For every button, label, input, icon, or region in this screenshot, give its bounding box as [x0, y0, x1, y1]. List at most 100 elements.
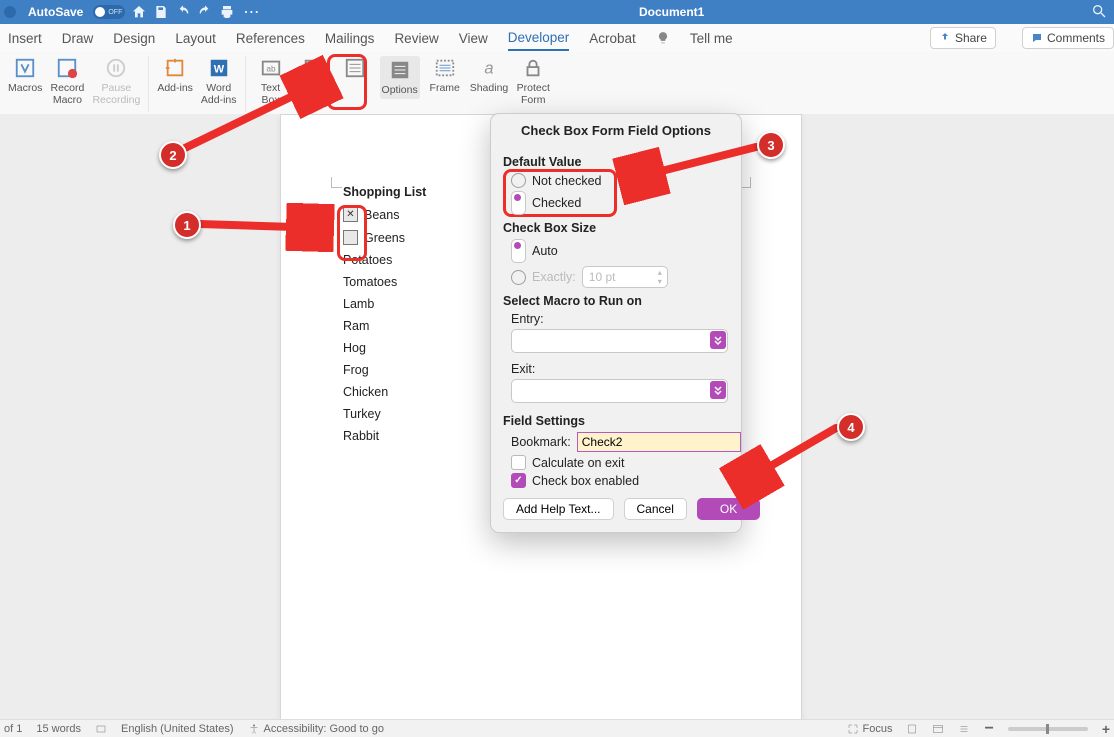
- tab-acrobat[interactable]: Acrobat: [589, 27, 636, 50]
- add-help-text-button[interactable]: Add Help Text...: [503, 498, 614, 520]
- home-icon[interactable]: [131, 4, 147, 20]
- tab-design[interactable]: Design: [113, 27, 155, 50]
- annotation-bubble-3: 3: [757, 131, 785, 159]
- spellcheck-icon[interactable]: [95, 723, 107, 735]
- cancel-button[interactable]: Cancel: [624, 498, 687, 520]
- checkbox-label: Calculate on exit: [532, 456, 624, 470]
- radio-checked[interactable]: [511, 191, 526, 215]
- view-outline[interactable]: [958, 723, 970, 735]
- margin-corner-tl: [331, 177, 342, 188]
- annotation-highlight-2: [327, 54, 367, 110]
- text-box-button[interactable]: abTextBox: [254, 56, 288, 106]
- list-item-label: Chicken: [343, 385, 388, 399]
- list-item-label: Beans: [364, 208, 399, 222]
- bulb-icon: [656, 31, 670, 45]
- zoom-slider[interactable]: [1008, 727, 1088, 731]
- radio-auto-size[interactable]: [511, 239, 526, 263]
- checkbox-label: Check box enabled: [532, 474, 639, 488]
- macros-button[interactable]: Macros: [8, 56, 42, 95]
- page-indicator[interactable]: of 1: [4, 723, 22, 735]
- tab-mailings[interactable]: Mailings: [325, 27, 375, 50]
- tab-view[interactable]: View: [459, 27, 488, 50]
- share-button[interactable]: Share: [930, 27, 996, 49]
- tab-insert[interactable]: Insert: [8, 27, 42, 50]
- frame-button[interactable]: Frame: [428, 56, 462, 95]
- dialog-title: Check Box Form Field Options: [491, 114, 741, 147]
- options-button[interactable]: Options: [380, 56, 420, 99]
- word-count[interactable]: 15 words: [36, 723, 81, 735]
- word-addins-button[interactable]: WWordAdd-ins: [201, 56, 237, 106]
- autosave-off-text: OFF: [108, 9, 122, 16]
- list-item-label: Rabbit: [343, 429, 379, 443]
- chevron-down-icon[interactable]: [710, 381, 726, 399]
- search-icon[interactable]: [1091, 3, 1107, 19]
- radio-label: Auto: [532, 244, 558, 258]
- size-value: 10 pt: [589, 270, 616, 284]
- entry-label: Entry:: [511, 312, 544, 326]
- accessibility-indicator[interactable]: Accessibility: Good to go: [248, 723, 384, 735]
- tell-me[interactable]: Tell me: [690, 27, 733, 50]
- radio-not-checked[interactable]: [511, 173, 526, 188]
- ok-button[interactable]: OK: [697, 498, 760, 520]
- traffic-light[interactable]: [4, 6, 16, 18]
- protect-form-button[interactable]: ProtectForm: [516, 56, 550, 106]
- print-icon[interactable]: [219, 4, 235, 20]
- tab-review[interactable]: Review: [394, 27, 438, 50]
- more-icon[interactable]: ⋯: [243, 2, 259, 22]
- view-print-layout[interactable]: [906, 723, 918, 735]
- redo-icon[interactable]: [197, 4, 213, 20]
- list-item-label: Lamb: [343, 297, 374, 311]
- svg-text:ab: ab: [266, 65, 276, 74]
- list-item-label: Ram: [343, 319, 369, 333]
- entry-macro-select[interactable]: [511, 329, 728, 353]
- ribbon-tabs: Insert Draw Design Layout References Mai…: [0, 24, 1114, 53]
- ribbon: Macros RecordMacro PauseRecording Add-in…: [0, 52, 1114, 119]
- zoom-in[interactable]: +: [1102, 721, 1110, 737]
- section-checkbox-size: Check Box Size: [503, 221, 729, 235]
- zoom-out[interactable]: −: [984, 720, 993, 737]
- share-label: Share: [955, 31, 987, 45]
- chevron-down-icon[interactable]: [710, 331, 726, 349]
- tab-developer[interactable]: Developer: [508, 26, 570, 51]
- addins-button[interactable]: Add-ins: [157, 56, 193, 95]
- tab-draw[interactable]: Draw: [62, 27, 94, 50]
- pause-recording-button: PauseRecording: [92, 56, 140, 106]
- tab-references[interactable]: References: [236, 27, 305, 50]
- check-box-button[interactable]: CheckBox: [296, 56, 330, 106]
- calculate-on-exit-checkbox[interactable]: [511, 455, 526, 470]
- document-title: Document1: [259, 5, 1084, 19]
- accessibility-icon: [248, 723, 260, 735]
- radio-exactly-size[interactable]: [511, 270, 526, 285]
- svg-text:a: a: [484, 60, 493, 78]
- list-item-label: Turkey: [343, 407, 381, 421]
- bookmark-input[interactable]: [577, 432, 741, 452]
- checkbox-options-dialog: Check Box Form Field Options Default Val…: [490, 113, 742, 533]
- checkbox-enabled-checkbox[interactable]: [511, 473, 526, 488]
- comments-button[interactable]: Comments: [1022, 27, 1114, 49]
- radio-label: Exactly:: [532, 270, 576, 284]
- focus-label: Focus: [863, 723, 893, 735]
- shading-button[interactable]: aShading: [470, 56, 509, 95]
- list-item-label: Greens: [364, 231, 405, 245]
- exit-macro-select[interactable]: [511, 379, 728, 403]
- focus-mode-button[interactable]: Focus: [847, 723, 893, 735]
- comments-label: Comments: [1047, 31, 1105, 45]
- bookmark-label: Bookmark:: [511, 435, 571, 449]
- svg-text:W: W: [214, 64, 225, 76]
- undo-icon[interactable]: [175, 4, 191, 20]
- language-indicator[interactable]: English (United States): [121, 723, 234, 735]
- size-stepper[interactable]: 10 pt▴▾: [582, 266, 668, 288]
- tab-layout[interactable]: Layout: [175, 27, 216, 50]
- autosave-toggle[interactable]: OFF: [93, 5, 125, 19]
- share-icon: [939, 32, 951, 44]
- view-web-layout[interactable]: [932, 723, 944, 735]
- annotation-bubble-1: 1: [173, 211, 201, 239]
- status-bar: of 1 15 words English (United States) Ac…: [0, 719, 1114, 737]
- accessibility-text: Accessibility: Good to go: [264, 723, 384, 735]
- record-macro-button[interactable]: RecordMacro: [50, 56, 84, 106]
- save-icon[interactable]: [153, 4, 169, 20]
- list-item-label: Hog: [343, 341, 366, 355]
- autosave-label: AutoSave: [28, 5, 83, 19]
- annotation-bubble-4: 4: [837, 413, 865, 441]
- annotation-bubble-2: 2: [159, 141, 187, 169]
